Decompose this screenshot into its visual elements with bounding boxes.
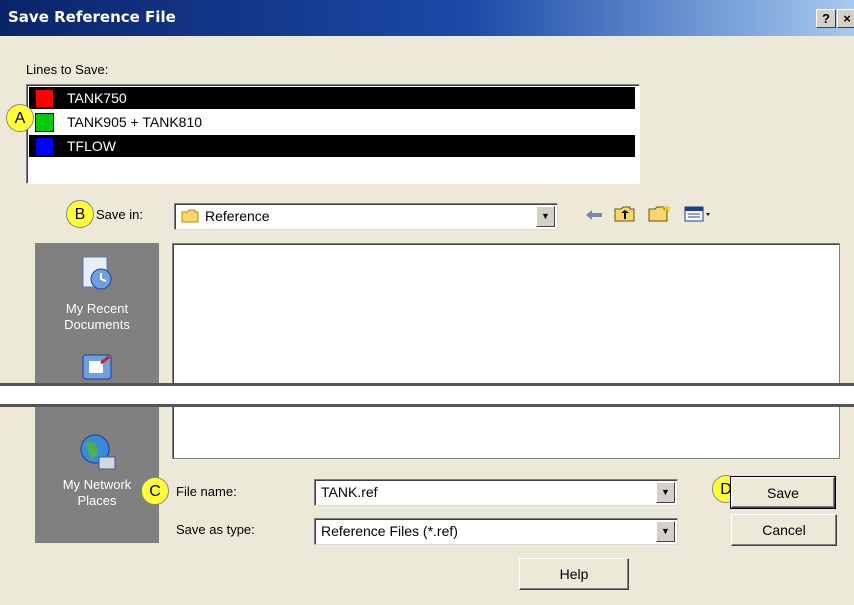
title-bar[interactable]: Save Reference File ? × [0,0,854,36]
place-label: My Recent Documents [64,301,130,332]
cancel-button-label: Cancel [762,522,806,538]
save-as-type-dropdown[interactable]: Reference Files (*.ref) ▼ [314,518,678,545]
place-my-recent-documents[interactable]: My Recent Documents [35,251,159,341]
save-in-dropdown[interactable]: Reference ▼ [174,203,558,230]
network-places-icon [80,434,116,470]
save-in-label: Save in: [96,207,143,222]
save-button-label: Save [767,485,799,501]
line-item-tflow[interactable]: TFLOW [29,135,635,157]
chevron-down-icon[interactable]: ▼ [656,482,675,503]
desktop-icon [82,354,112,380]
file-name-value: TANK.ref [321,484,378,500]
back-arrow-icon[interactable] [584,207,604,223]
file-name-input[interactable]: TANK.ref ▼ [314,479,678,506]
line-label: TANK750 [67,90,127,106]
save-button[interactable]: Save [730,476,836,509]
help-button-label: Help [559,566,589,582]
chevron-down-icon[interactable]: ▼ [536,206,555,227]
chevron-down-icon[interactable]: ▼ [656,521,675,542]
line-item-tank750[interactable]: TANK750 [29,87,635,109]
save-reference-dialog: Save Reference File ? × Lines to Save: T… [0,0,854,605]
line-label: TFLOW [67,138,116,154]
save-as-type-label: Save as type: [176,522,255,537]
save-as-type-value: Reference Files (*.ref) [321,523,458,539]
new-folder-icon[interactable] [648,203,672,223]
recent-documents-icon [82,256,112,290]
help-button[interactable]: Help [519,558,629,590]
place-my-network-places[interactable]: My Network Places [35,431,159,521]
folder-icon [181,209,199,223]
close-button[interactable]: × [837,9,854,28]
help-title-button[interactable]: ? [816,9,836,28]
dialog-title: Save Reference File [8,8,176,26]
annotation-b-badge: B [66,200,94,228]
green-color-swatch [35,113,54,132]
file-list[interactable] [172,243,840,459]
up-folder-icon[interactable] [614,205,636,223]
blue-color-swatch [35,137,54,156]
line-label: TANK905 + TANK810 [67,114,203,130]
lines-to-save-label: Lines to Save: [26,62,109,77]
cancel-button[interactable]: Cancel [731,514,837,546]
image-crop-gap [0,383,854,407]
annotation-a-badge: A [6,104,34,132]
view-menu-icon[interactable] [684,205,712,223]
lines-list[interactable]: TANK750 TANK905 + TANK810 TFLOW [26,84,640,184]
place-desktop[interactable] [35,353,159,383]
file-name-label: File name: [176,484,237,499]
line-item-tank905-tank810[interactable]: TANK905 + TANK810 [29,111,635,133]
annotation-c-badge: C [141,477,169,505]
save-in-value: Reference [205,208,270,224]
red-color-swatch [35,89,54,108]
